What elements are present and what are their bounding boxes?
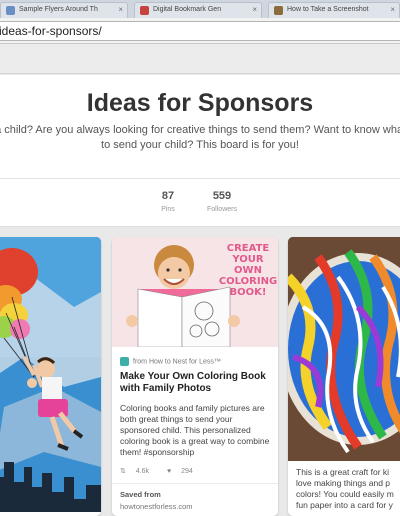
tab-favicon-icon [140, 6, 149, 15]
board-description-line: r a child? Are you always looking for cr… [0, 124, 400, 136]
followers-label: Followers [207, 206, 237, 213]
balloon-girl-artwork [0, 237, 101, 512]
marbled-paint-photo [288, 237, 400, 461]
pin-description-line: love making things and p [296, 478, 391, 488]
board-description: r a child? Are you always looking for cr… [0, 123, 400, 153]
browser-tab[interactable]: How to Take a Screenshot × [268, 2, 400, 18]
pin-description: This is a great craft for ki love making… [296, 467, 400, 511]
image-caption-line: CREATE [226, 243, 270, 254]
repin-icon: ⇅ [120, 468, 126, 475]
pin-meta: ⇅ 4.6k ♥ 294 [120, 467, 209, 475]
pin-source-label: from How to Nest for Less™ [133, 358, 221, 366]
tab-label: Digital Bookmark Gen [153, 6, 222, 13]
followers-count: 559 [212, 190, 232, 202]
divider [0, 178, 400, 179]
saved-from-label: Saved from [120, 490, 161, 499]
close-icon[interactable]: × [390, 3, 395, 17]
tab-favicon-icon [6, 6, 15, 15]
saved-from-link[interactable]: howtonestforless.com [120, 502, 193, 511]
toolbar [0, 44, 400, 74]
pin-description-line: This is a great craft for ki [296, 467, 390, 477]
pin-description-line: fun paper into a card for y [296, 500, 393, 510]
pin-image[interactable] [0, 237, 101, 512]
pins-stat[interactable]: 87 Pins [148, 190, 188, 213]
image-caption-line: YOUR OWN [232, 254, 264, 276]
board-header: Ideas for Sponsors r a child? Are you al… [0, 75, 400, 227]
page-title: Ideas for Sponsors [86, 89, 314, 117]
close-icon[interactable]: × [252, 3, 257, 17]
pins-label: Pins [161, 206, 175, 213]
tab-favicon-icon [274, 6, 283, 15]
image-caption: CREATE YOUR OWN COLORING BOOK! [218, 243, 278, 298]
board-description-line: to send your child? This board is for yo… [101, 139, 299, 151]
image-caption-line: BOOK! [229, 287, 267, 298]
repin-count-label: 4.6k [135, 468, 150, 475]
pin-image[interactable] [288, 237, 400, 461]
pins-count: 87 [161, 190, 175, 202]
pin-title[interactable]: Make Your Own Coloring Book with Family … [120, 371, 274, 395]
pin-image[interactable]: CREATE YOUR OWN COLORING BOOK! [112, 237, 278, 347]
pin-card[interactable] [0, 237, 101, 516]
address-bar: ideas-for-sponsors/ [0, 18, 400, 44]
repin-count[interactable]: ⇅ 4.6k [120, 468, 157, 475]
followers-stat[interactable]: 559 Followers [200, 190, 244, 213]
pin-source[interactable]: from How to Nest for Less™ [120, 357, 272, 366]
heart-icon: ♥ [167, 468, 172, 475]
pin-description: Coloring books and family pictures are b… [120, 403, 270, 457]
close-icon[interactable]: × [118, 3, 123, 17]
browser-tab[interactable]: Digital Bookmark Gen × [134, 2, 262, 18]
source-icon [120, 357, 129, 366]
browser-tab[interactable]: Sample Flyers Around Th × [0, 2, 128, 18]
pin-card[interactable]: This is a great craft for ki love making… [288, 237, 400, 516]
tab-label: How to Take a Screenshot [287, 6, 369, 13]
image-caption-line: COLORING [218, 276, 278, 287]
like-count-label: 294 [181, 468, 193, 475]
browser-tab-strip: Sample Flyers Around Th × Digital Bookma… [0, 0, 400, 18]
tab-label: Sample Flyers Around Th [19, 6, 98, 13]
url-field[interactable]: ideas-for-sponsors/ [0, 21, 400, 41]
divider [112, 483, 278, 484]
pin-description-line: colors! You could easily m [296, 489, 394, 499]
pin-card[interactable]: CREATE YOUR OWN COLORING BOOK! from How … [112, 237, 278, 516]
like-count[interactable]: ♥ 294 [167, 468, 201, 475]
